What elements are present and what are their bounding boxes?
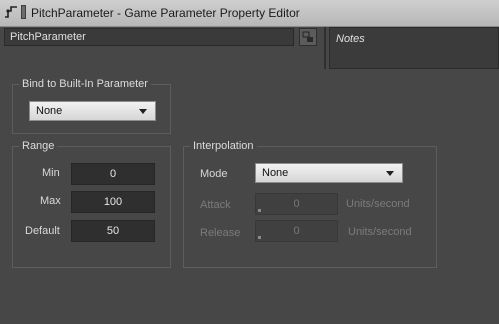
layout-button[interactable] [299, 28, 317, 46]
default-input[interactable]: 50 [71, 220, 155, 242]
min-label: Min [42, 167, 60, 179]
range-title: Range [19, 140, 58, 152]
parameter-icon [5, 6, 17, 18]
range-group: Range Min 0 Max 100 Default 50 [12, 140, 171, 268]
release-units: Units/second [348, 226, 412, 238]
slider-handle-icon [258, 209, 261, 212]
layout-icon [302, 31, 313, 42]
attack-input: 0 [255, 193, 338, 215]
attack-label: Attack [200, 199, 231, 211]
builtin-parameter-dropdown[interactable]: None [29, 101, 156, 121]
bind-builtin-title: Bind to Built-In Parameter [19, 78, 151, 90]
interpolation-title: Interpolation [190, 140, 257, 152]
mode-dropdown[interactable]: None [255, 163, 403, 183]
interpolation-group: Interpolation Mode None Attack 0 Units/s… [183, 140, 437, 268]
max-label: Max [40, 195, 61, 207]
default-label: Default [25, 225, 60, 237]
object-name-field[interactable]: PitchParameter [4, 28, 294, 46]
builtin-parameter-value: None [36, 105, 63, 117]
title-bar: PitchParameter - Game Parameter Property… [0, 0, 499, 27]
mode-value: None [262, 167, 289, 179]
min-input[interactable]: 0 [71, 163, 155, 185]
bind-builtin-group: Bind to Built-In Parameter None [12, 78, 171, 134]
mode-label: Mode [200, 168, 228, 180]
release-value: 0 [293, 225, 300, 237]
notes-field[interactable]: Notes [329, 27, 499, 69]
release-input: 0 [255, 220, 338, 242]
splitter[interactable] [324, 27, 326, 69]
attack-units: Units/second [346, 198, 410, 210]
pin-grip-icon[interactable] [21, 5, 26, 19]
chevron-down-icon [139, 109, 147, 114]
window-title: PitchParameter - Game Parameter Property… [31, 6, 300, 20]
chevron-down-icon [386, 171, 394, 176]
notes-label: Notes [336, 33, 365, 45]
max-input[interactable]: 100 [71, 191, 155, 213]
slider-handle-icon [258, 236, 261, 239]
attack-value: 0 [293, 198, 300, 210]
release-label: Release [200, 227, 241, 239]
